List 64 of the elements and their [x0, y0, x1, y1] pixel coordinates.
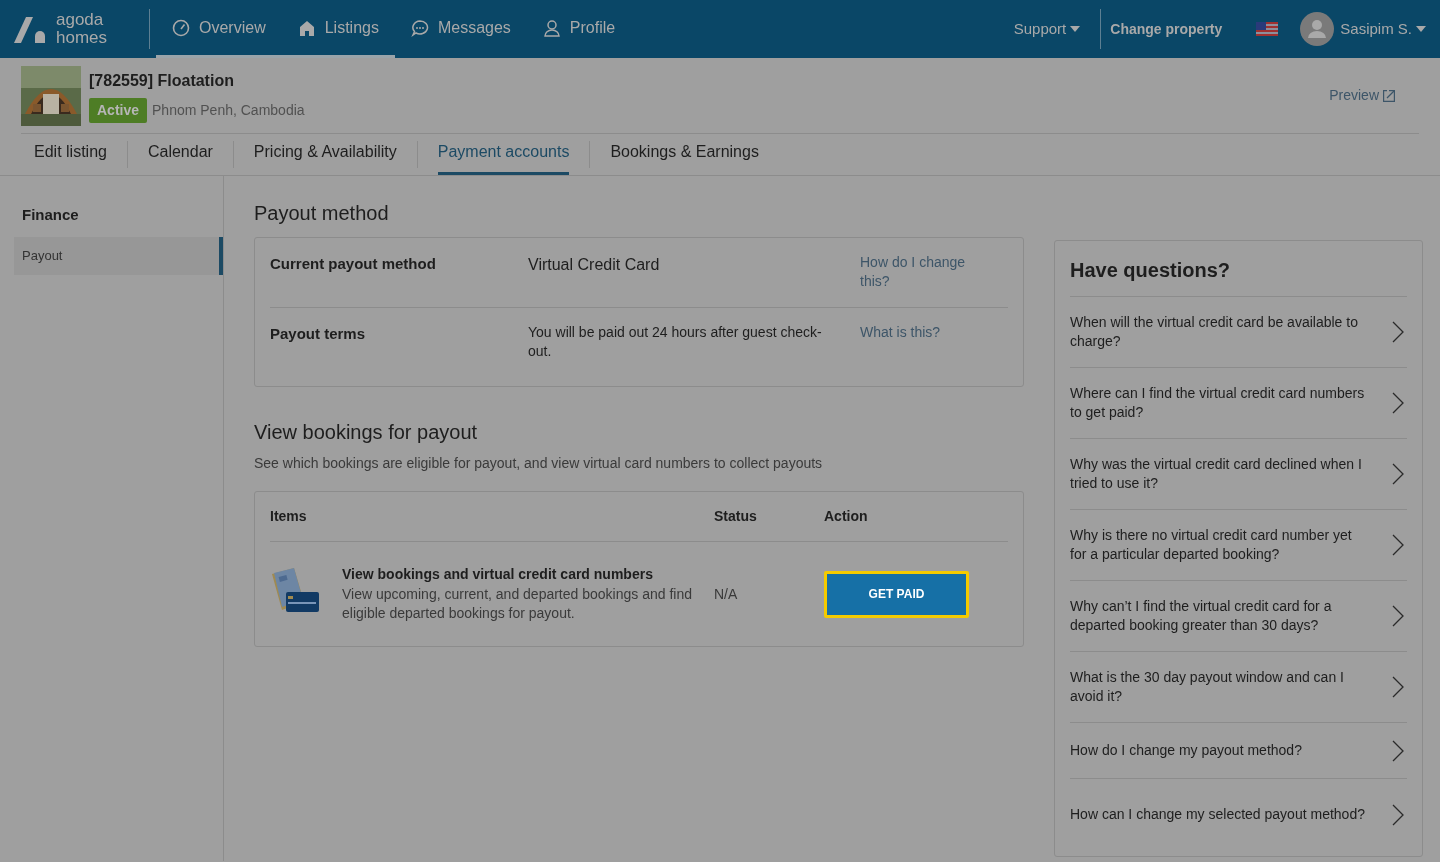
house-icon: [297, 18, 316, 37]
question-link[interactable]: How can I change my selected payout method?: [1070, 779, 1407, 850]
field-label: Payout terms: [270, 324, 367, 344]
caret-icon: [1070, 26, 1081, 32]
status-text: N/A: [714, 586, 738, 602]
help-link[interactable]: How do I change this?: [860, 253, 990, 291]
section-title: Payout method: [254, 201, 390, 226]
chevron-right-icon: [1392, 605, 1404, 627]
caret-icon: [1416, 26, 1426, 32]
nav-link[interactable]: Listings: [281, 0, 395, 58]
column-header: Status: [714, 508, 757, 524]
field-value: Virtual Credit Card: [528, 255, 661, 275]
column-header: Items: [270, 508, 307, 524]
sidebar-item[interactable]: Payout: [14, 236, 223, 275]
item-description: View upcoming, current, and departed bookings and find eligible departed bookings for payout.: [342, 584, 693, 623]
question-link[interactable]: How do I change my payout method?: [1070, 723, 1407, 779]
status-badge: Active: [89, 97, 148, 123]
section-title: View bookings for payout: [254, 420, 479, 445]
brand-name: homes: [56, 29, 108, 47]
questions-title: Have questions?: [1070, 241, 1407, 297]
support-menu[interactable]: Support: [1013, 17, 1081, 41]
chevron-right-icon: [1392, 676, 1404, 698]
nav-link[interactable]: Overview: [156, 0, 282, 58]
question-link[interactable]: Why was the virtual credit card declined when I tried to use it?: [1070, 439, 1407, 510]
logo-icon: [14, 15, 48, 43]
chevron-right-icon: [1392, 803, 1404, 826]
user-menu[interactable]: Sasipim S.: [1340, 17, 1426, 41]
tab[interactable]: Edit listing: [34, 140, 107, 175]
brand-name: agoda: [56, 11, 105, 29]
card-document-icon: [270, 565, 320, 614]
chat-icon: [410, 18, 429, 37]
question-link[interactable]: When will the virtual credit card be available to charge?: [1070, 297, 1407, 368]
tab[interactable]: Bookings & Earnings: [610, 140, 759, 175]
chevron-right-icon: [1392, 392, 1404, 414]
tab[interactable]: Calendar: [147, 140, 213, 175]
question-link[interactable]: Where can I find the virtual credit card numbers to get paid?: [1070, 368, 1407, 439]
chevron-right-icon: [1392, 321, 1404, 343]
section-subtitle: See which bookings are eligible for payout, and view virtual card numbers to collect payouts: [254, 454, 824, 473]
sidebar-heading: Finance: [21, 205, 80, 225]
help-link[interactable]: What is this?: [860, 323, 990, 342]
flag-icon[interactable]: [1256, 22, 1279, 36]
tab[interactable]: Payment accounts: [437, 140, 570, 175]
gauge-icon: [172, 18, 190, 37]
person-icon: [542, 18, 561, 37]
tab[interactable]: Pricing & Availability: [253, 140, 397, 175]
question-link[interactable]: What is the 30 day payout window and can I avoid it?: [1070, 652, 1407, 723]
item-title: View bookings and virtual credit card numbers: [342, 564, 654, 584]
chevron-right-icon: [1392, 534, 1404, 556]
property-location: Phnom Penh, Cambodia: [152, 100, 305, 120]
chevron-right-icon: [1392, 463, 1404, 485]
chevron-right-icon: [1392, 739, 1404, 762]
nav-link[interactable]: Profile: [526, 0, 632, 58]
nav-link[interactable]: Messages: [394, 0, 527, 58]
preview-link[interactable]: Preview: [1329, 85, 1395, 106]
column-header: Action: [824, 508, 868, 524]
field-value: You will be paid out 24 hours after guest check-out.: [528, 323, 823, 361]
avatar-icon[interactable]: [1300, 12, 1335, 46]
property-title: [782559] Floatation: [89, 70, 235, 91]
question-link[interactable]: Why can’t I find the virtual credit card for a departed booking greater than 30 days?: [1070, 581, 1407, 652]
change-property-link[interactable]: Change property: [1110, 18, 1223, 40]
external-link-icon: [1383, 89, 1395, 102]
get-paid-button[interactable]: GET PAID: [824, 570, 969, 618]
question-link[interactable]: Why is there no virtual credit card number yet for a particular departed booking?: [1070, 510, 1407, 581]
field-label: Current payout method: [270, 254, 437, 274]
